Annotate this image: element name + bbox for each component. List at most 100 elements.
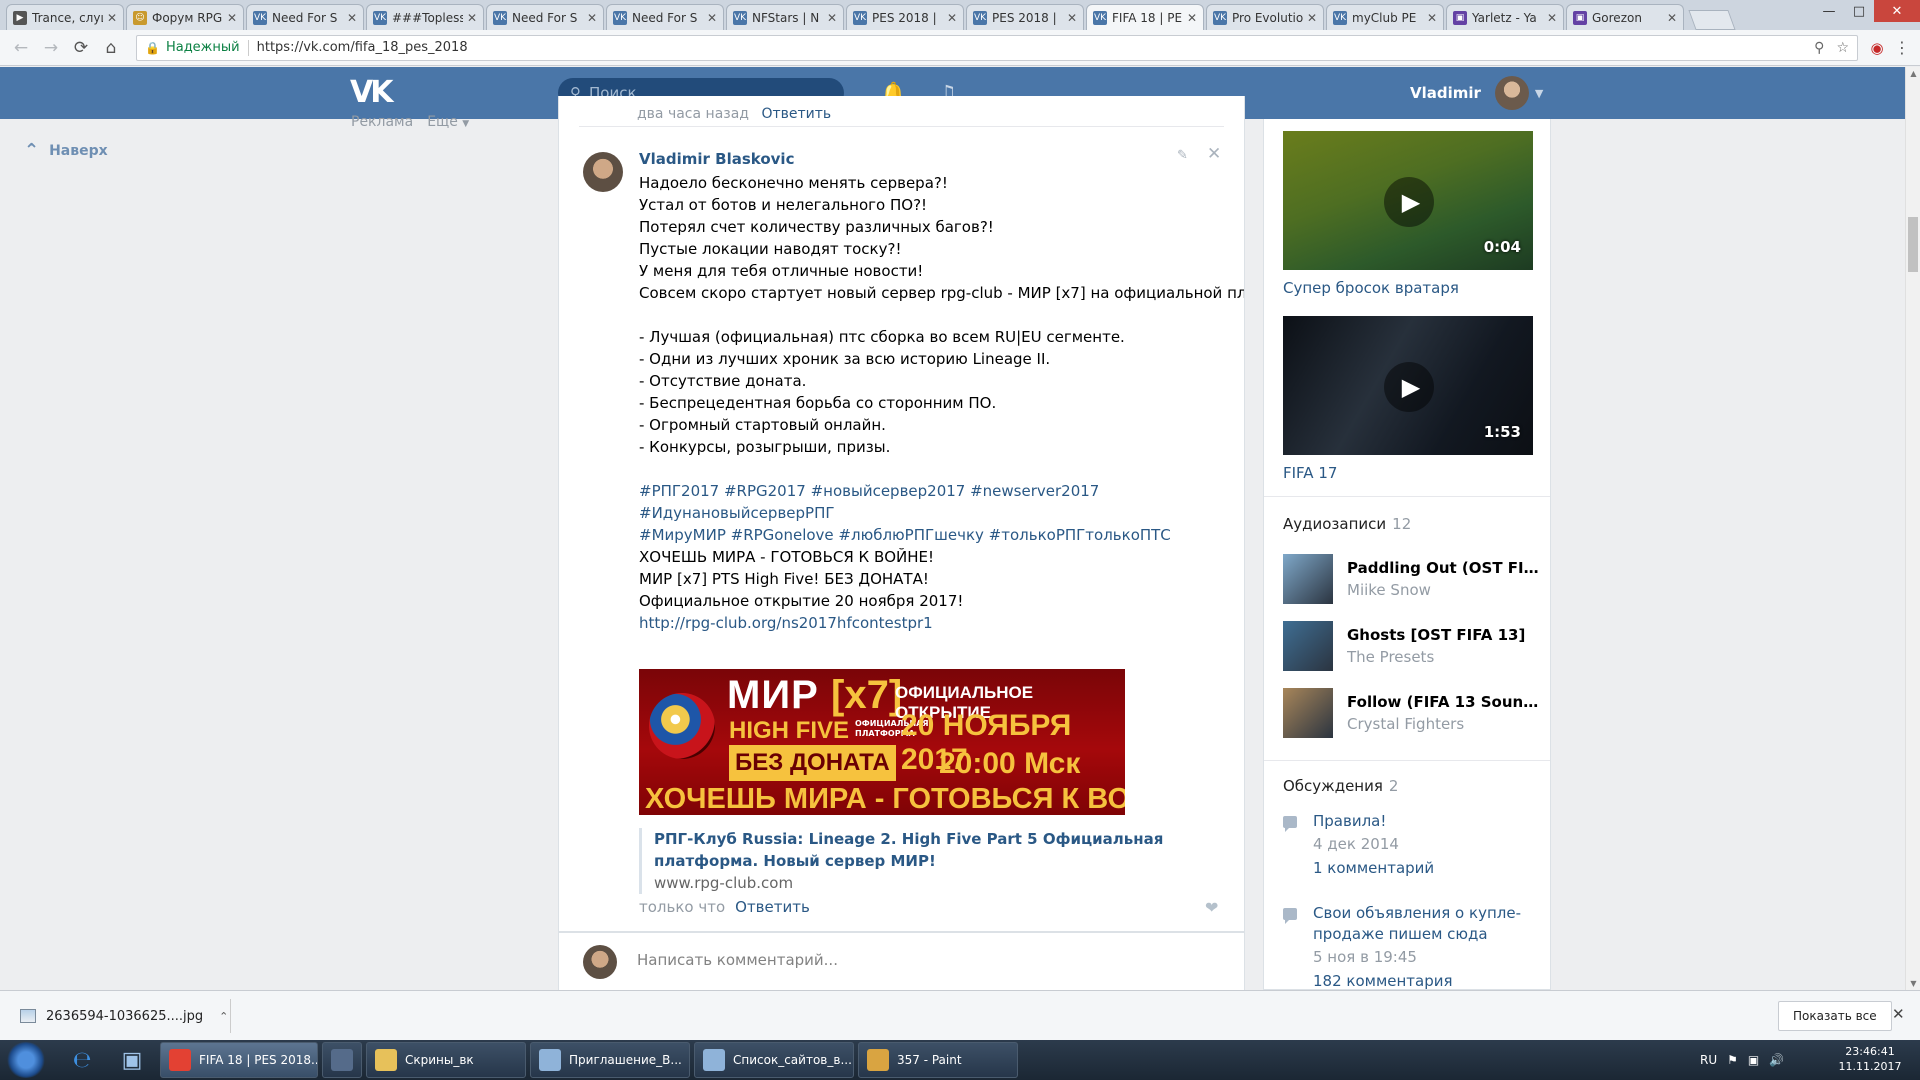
browser-tab[interactable]: VK NFStars | N ✕ (726, 4, 844, 30)
reply-link[interactable]: Ответить (735, 898, 810, 916)
browser-tab[interactable]: VK myClub PE ✕ (1326, 4, 1444, 30)
tab-close-icon[interactable]: ✕ (1187, 11, 1197, 25)
browser-menu-icon[interactable]: ⋮ (1892, 38, 1912, 57)
browser-tab[interactable]: VK PES 2018 | ✕ (966, 4, 1084, 30)
home-button[interactable]: ⌂ (98, 35, 124, 61)
ads-link[interactable]: Реклама (351, 114, 413, 130)
back-button[interactable]: ← (8, 35, 34, 61)
tab-close-icon[interactable]: ✕ (587, 11, 597, 25)
hashtags[interactable]: #РПГ2017 #RPG2017 #новыйсервер2017 #news… (639, 480, 1229, 502)
tab-close-icon[interactable]: ✕ (467, 11, 477, 25)
maximize-button[interactable]: □ (1844, 0, 1874, 22)
video-title[interactable]: FIFA 17 (1283, 464, 1337, 482)
start-button[interactable] (6, 1042, 46, 1078)
forward-button[interactable]: → (38, 35, 64, 61)
url-text[interactable]: https://vk.com/fifa_18_pes_2018 (257, 40, 468, 55)
discussion-comments[interactable]: 1 комментарий (1313, 856, 1434, 880)
taskbar-window-button[interactable]: Приглашение_В... (530, 1042, 690, 1078)
zoom-icon[interactable]: ⚲ (1814, 40, 1824, 56)
comment-input[interactable] (637, 951, 1197, 969)
volume-icon[interactable]: 🔊 (1769, 1053, 1784, 1067)
extension-icon[interactable]: ◉ (1866, 37, 1888, 59)
browser-tab[interactable]: ☺ Форум RPG ✕ (126, 4, 244, 30)
taskbar-window-button[interactable]: FIFA 18 | PES 2018... (160, 1042, 318, 1078)
browser-tab[interactable]: VK Need For S ✕ (246, 4, 364, 30)
discussions-section-header[interactable]: Обсуждения 2 (1283, 777, 1398, 795)
close-icon[interactable]: ✕ (1892, 1005, 1905, 1023)
tab-close-icon[interactable]: ✕ (227, 11, 237, 25)
browser-tab[interactable]: ▶ Trance, слуш ✕ (6, 4, 124, 30)
taskbar-window-button[interactable]: Список_сайтов_в... (694, 1042, 854, 1078)
page-scrollbar[interactable]: ▲ ▼ (1905, 67, 1920, 990)
play-icon[interactable]: ▶ (1384, 362, 1434, 412)
download-item[interactable]: 2636594-1036625....jpg ⌃ (10, 998, 230, 1034)
scroll-down-arrow-icon[interactable]: ▼ (1906, 979, 1920, 988)
video-thumbnail[interactable]: ▶ 0:04 (1283, 131, 1533, 270)
audio-track[interactable]: Paddling Out (OST FIFA 13) Miike Snow (1283, 553, 1543, 605)
taskbar-window-button[interactable]: Скрины_вк (366, 1042, 526, 1078)
browser-tab[interactable]: ▣ Gorezon ✕ (1566, 4, 1684, 30)
hashtags[interactable]: #МируМИР #RPGonelove #люблюРПГшечку #тол… (639, 524, 1229, 546)
play-icon[interactable]: ▶ (1384, 177, 1434, 227)
tab-close-icon[interactable]: ✕ (347, 11, 357, 25)
reload-button[interactable]: ⟳ (68, 35, 94, 61)
user-menu[interactable]: Vladimir ▼ (1410, 75, 1543, 111)
previous-reply-link[interactable]: Ответить (761, 106, 831, 122)
new-tab-button[interactable] (1688, 10, 1736, 30)
video-title[interactable]: Супер бросок вратаря (1283, 279, 1459, 297)
avatar[interactable] (583, 152, 623, 192)
audio-track[interactable]: Ghosts [OST FIFA 13] The Presets (1283, 620, 1543, 672)
link-snippet[interactable]: РПГ-Клуб Russia: Lineage 2. High Five Pa… (639, 828, 1229, 894)
show-all-downloads-button[interactable]: Показать все (1778, 1001, 1892, 1031)
tab-close-icon[interactable]: ✕ (107, 11, 117, 25)
browser-tab[interactable]: VK PES 2018 | ✕ (846, 4, 964, 30)
desktop-icon[interactable]: ▣ (114, 1044, 150, 1076)
discussion-item[interactable]: Свои объявления о купле-продаже пишем сю… (1283, 903, 1543, 989)
system-clock[interactable]: 23:46:41 11.11.2017 (1830, 1044, 1910, 1074)
tab-close-icon[interactable]: ✕ (1307, 11, 1317, 25)
discussion-item[interactable]: Правила! 4 дек 2014 1 комментарий (1283, 811, 1543, 880)
audio-track[interactable]: Follow (FIFA 13 Soundtrack) Crystal Fight… (1283, 687, 1543, 739)
vk-logo[interactable]: VK (350, 78, 394, 108)
network-icon[interactable]: ▣ (1748, 1053, 1759, 1067)
promo-banner-image[interactable]: МИР [x7] HIGH FIVE ОФИЦИАЛЬНАЯ ПЛАТФОРМА… (639, 669, 1125, 815)
comment-author[interactable]: Vladimir Blaskovic (639, 150, 1229, 168)
track-artist[interactable]: The Presets (1347, 646, 1543, 668)
chevron-up-icon[interactable]: ⌃ (219, 1010, 228, 1023)
browser-tab[interactable]: VK Pro Evolutio ✕ (1206, 4, 1324, 30)
back-to-top-link[interactable]: ⌃ Наверх (24, 140, 108, 161)
language-indicator[interactable]: RU (1700, 1053, 1717, 1067)
discussion-title[interactable]: Правила! (1313, 811, 1434, 832)
more-link[interactable]: Еще ▼ (427, 114, 469, 130)
window-close-button[interactable]: ✕ (1874, 0, 1920, 22)
tab-close-icon[interactable]: ✕ (1547, 11, 1557, 25)
scroll-up-arrow-icon[interactable]: ▲ (1906, 69, 1920, 78)
video-thumbnail[interactable]: ▶ 1:53 (1283, 316, 1533, 455)
audio-section-header[interactable]: Аудиозаписи 12 (1283, 515, 1411, 533)
tab-close-icon[interactable]: ✕ (827, 11, 837, 25)
tab-close-icon[interactable]: ✕ (1667, 11, 1677, 25)
discussion-comments[interactable]: 182 комментария (1313, 969, 1543, 989)
browser-tab[interactable]: VK ###Topless ✕ (366, 4, 484, 30)
taskbar-window-button[interactable]: 357 - Paint (858, 1042, 1018, 1078)
taskbar-window-button[interactable] (322, 1042, 362, 1078)
snippet-title[interactable]: РПГ-Клуб Russia: Lineage 2. High Five Pa… (654, 828, 1229, 872)
browser-tab[interactable]: VK FIFA 18 | PE ✕ (1086, 4, 1204, 30)
track-artist[interactable]: Crystal Fighters (1347, 713, 1543, 735)
omnibox[interactable]: 🔒 Надежный https://vk.com/fifa_18_pes_20… (136, 34, 1858, 61)
tab-close-icon[interactable]: ✕ (947, 11, 957, 25)
browser-tab[interactable]: VK Need For S ✕ (486, 4, 604, 30)
bookmark-star-icon[interactable]: ☆ (1836, 40, 1849, 56)
scrollbar-thumb[interactable] (1908, 217, 1918, 272)
heart-icon[interactable]: ❤ (1205, 898, 1218, 917)
discussion-title[interactable]: Свои объявления о купле-продаже пишем сю… (1313, 903, 1543, 945)
tab-close-icon[interactable]: ✕ (1067, 11, 1077, 25)
tab-close-icon[interactable]: ✕ (707, 11, 717, 25)
browser-tab[interactable]: VK Need For S ✕ (606, 4, 724, 30)
browser-tab[interactable]: ▣ Yarletz - Ya ✕ (1446, 4, 1564, 30)
track-artist[interactable]: Miike Snow (1347, 579, 1543, 601)
internet-explorer-icon[interactable]: ℮ (64, 1044, 100, 1076)
flag-icon[interactable]: ⚑ (1727, 1053, 1738, 1067)
tab-close-icon[interactable]: ✕ (1427, 11, 1437, 25)
external-link[interactable]: http://rpg-club.org/ns2017hfcontestpr1 (639, 612, 1229, 634)
